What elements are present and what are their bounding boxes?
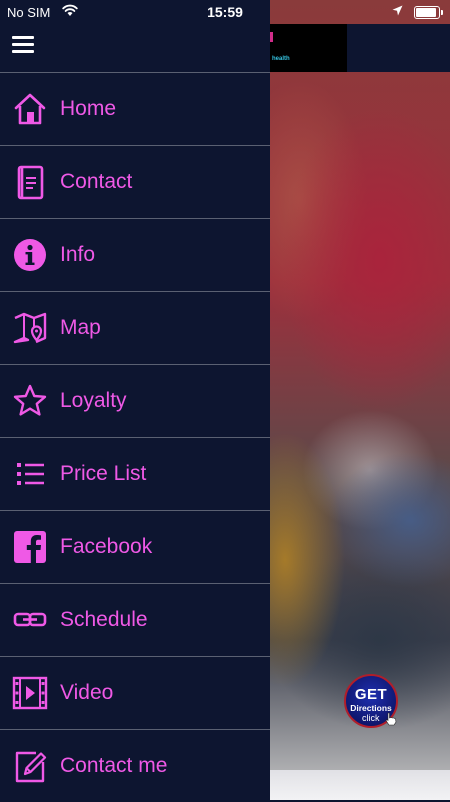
- menu-item-label: Info: [60, 243, 96, 266]
- home-icon: [12, 91, 48, 127]
- menu-item-schedule[interactable]: Schedule: [0, 583, 270, 656]
- map-icon: [12, 310, 48, 346]
- edit-icon: [12, 748, 48, 784]
- menu-item-map[interactable]: Map: [0, 291, 270, 364]
- video-icon: [12, 675, 48, 711]
- menu-item-label: Video: [60, 681, 114, 704]
- menu-item-label: Facebook: [60, 535, 153, 558]
- menu-item-label: Map: [60, 316, 101, 339]
- facebook-icon: [12, 529, 48, 565]
- app-logo: health: [270, 24, 347, 72]
- hamburger-menu-icon[interactable]: [12, 36, 34, 54]
- menu-item-label: Contact me: [60, 754, 168, 777]
- background-bottom-strip: [270, 770, 450, 800]
- drawer-menu-list: Home Contact Info Map Loyalty Price List…: [0, 72, 270, 802]
- battery-level: [416, 8, 436, 17]
- menu-item-price-list[interactable]: Price List: [0, 437, 270, 510]
- star-icon: [12, 383, 48, 419]
- status-bar: No SIM 15:59: [0, 0, 450, 24]
- location-arrow-icon: [392, 5, 403, 16]
- menu-item-video[interactable]: Video: [0, 656, 270, 729]
- get-directions-button[interactable]: GET Directions click: [344, 674, 398, 728]
- menu-item-contact-me[interactable]: Contact me: [0, 729, 270, 802]
- menu-item-label: Price List: [60, 462, 147, 485]
- menu-item-label: Contact: [60, 170, 133, 193]
- contact-card-icon: [12, 164, 48, 200]
- menu-item-home[interactable]: Home: [0, 72, 270, 145]
- logo-text: health: [272, 56, 290, 62]
- clock: 15:59: [207, 4, 243, 20]
- menu-item-label: Loyalty: [60, 389, 127, 412]
- menu-item-label: Schedule: [60, 608, 148, 631]
- main-header: health: [270, 24, 450, 72]
- menu-item-loyalty[interactable]: Loyalty: [0, 364, 270, 437]
- info-icon: [12, 237, 48, 273]
- menu-item-info[interactable]: Info: [0, 218, 270, 291]
- pointing-hand-icon: [385, 712, 397, 726]
- link-icon: [12, 602, 48, 638]
- menu-item-label: Home: [60, 97, 117, 120]
- logo-mark: [270, 32, 273, 42]
- directions-line1: GET: [354, 686, 388, 703]
- directions-line3: click: [362, 713, 380, 723]
- list-icon: [12, 456, 48, 492]
- battery-icon: [414, 6, 443, 19]
- navigation-drawer: Home Contact Info Map Loyalty Price List…: [0, 0, 270, 800]
- menu-item-facebook[interactable]: Facebook: [0, 510, 270, 583]
- menu-item-contact[interactable]: Contact: [0, 145, 270, 218]
